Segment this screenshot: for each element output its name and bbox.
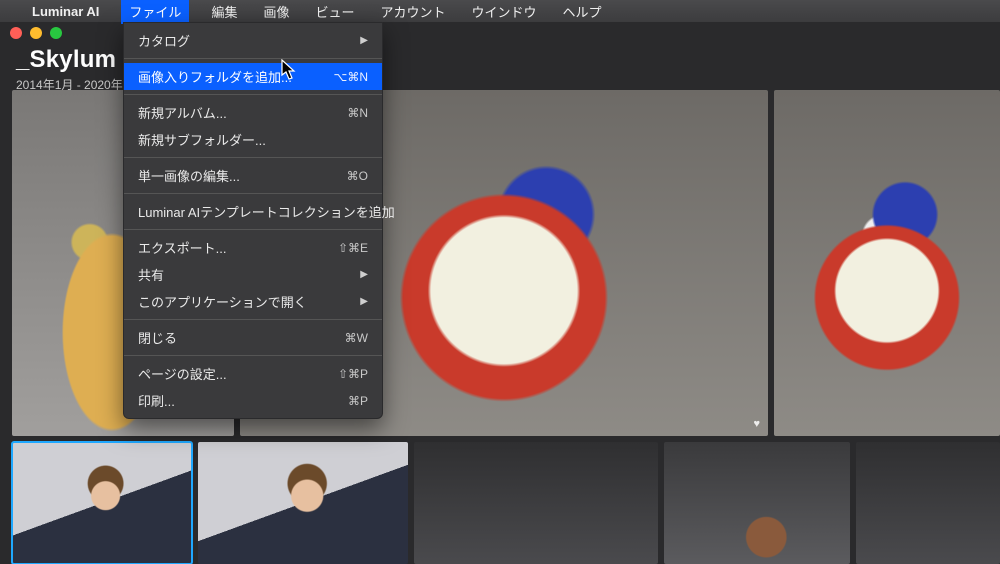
- menu-item[interactable]: 画像入りフォルダを追加... ⌥⌘N: [124, 63, 382, 90]
- menu-item[interactable]: エクスポート... ⇧⌘E: [124, 234, 382, 261]
- favorite-heart-icon[interactable]: ♥: [753, 418, 760, 430]
- menu-item[interactable]: 単一画像の編集... ⌘O: [124, 162, 382, 189]
- macos-menubar: Luminar AI ファイル 編集 画像 ビュー アカウント ウインドウ ヘル…: [0, 0, 1000, 22]
- menu-item-shortcut: ⌥⌘N: [334, 70, 369, 84]
- menu-separator: [124, 157, 382, 158]
- menubar-item-window[interactable]: ウインドウ: [468, 0, 541, 23]
- menubar-app-name[interactable]: Luminar AI: [28, 2, 103, 21]
- menu-item-label: 新規サブフォルダー...: [138, 130, 266, 149]
- photo-thumbnail[interactable]: [856, 442, 1000, 564]
- photo-thumbnail[interactable]: [12, 442, 192, 564]
- chevron-right-icon: ▶: [360, 269, 368, 280]
- menu-item-shortcut: ⌘N: [347, 106, 368, 120]
- menu-item[interactable]: 印刷... ⌘P: [124, 387, 382, 414]
- photo-thumbnail[interactable]: [414, 442, 658, 564]
- menu-item-label: エクスポート...: [138, 238, 226, 257]
- menubar-item-help[interactable]: ヘルプ: [559, 0, 606, 23]
- chevron-right-icon: ▶: [360, 35, 368, 46]
- menu-item[interactable]: カタログ ▶: [124, 27, 382, 54]
- menubar-item-image[interactable]: 画像: [259, 0, 293, 23]
- menu-item-label: ページの設定...: [138, 364, 227, 383]
- menu-item[interactable]: 新規アルバム... ⌘N: [124, 99, 382, 126]
- menu-separator: [124, 193, 382, 194]
- menu-item[interactable]: このアプリケーションで開く ▶: [124, 288, 382, 315]
- menu-item-label: 閉じる: [138, 328, 177, 347]
- menu-item-label: 新規アルバム...: [138, 103, 227, 122]
- menu-item[interactable]: 閉じる ⌘W: [124, 324, 382, 351]
- menu-separator: [124, 58, 382, 59]
- photo-thumbnail[interactable]: [774, 90, 1000, 436]
- chevron-right-icon: ▶: [360, 296, 368, 307]
- menu-separator: [124, 355, 382, 356]
- menu-separator: [124, 94, 382, 95]
- window-minimize-button[interactable]: [30, 27, 42, 39]
- menu-item-label: 単一画像の編集...: [138, 166, 240, 185]
- window-close-button[interactable]: [10, 27, 22, 39]
- menu-item-shortcut: ⌘O: [347, 169, 368, 183]
- menu-item-shortcut: ⇧⌘P: [338, 367, 368, 381]
- menu-item-label: 共有: [138, 265, 164, 284]
- menu-item[interactable]: Luminar AIテンプレートコレクションを追加: [124, 198, 382, 225]
- photo-thumbnail[interactable]: [198, 442, 408, 564]
- menu-item-shortcut: ⌘W: [345, 331, 368, 345]
- photo-thumbnail[interactable]: [664, 442, 850, 564]
- menu-separator: [124, 319, 382, 320]
- menu-item[interactable]: ページの設定... ⇧⌘P: [124, 360, 382, 387]
- menu-item-shortcut: ⌘P: [348, 394, 368, 408]
- file-menu-dropdown: カタログ ▶ 画像入りフォルダを追加... ⌥⌘N 新規アルバム... ⌘N 新規サブフォル…: [123, 22, 383, 419]
- menubar-item-account[interactable]: アカウント: [376, 0, 449, 23]
- menu-item-shortcut: ⇧⌘E: [338, 241, 368, 255]
- menu-item-label: Luminar AIテンプレートコレクションを追加: [138, 202, 395, 221]
- menu-item-label: 画像入りフォルダを追加...: [138, 67, 292, 86]
- menu-item[interactable]: 新規サブフォルダー...: [124, 126, 382, 153]
- menubar-item-edit[interactable]: 編集: [207, 0, 241, 23]
- menubar-item-view[interactable]: ビュー: [311, 0, 358, 23]
- menu-separator: [124, 229, 382, 230]
- window-maximize-button[interactable]: [50, 27, 62, 39]
- menu-item-label: カタログ: [138, 31, 190, 50]
- menu-item[interactable]: 共有 ▶: [124, 261, 382, 288]
- menubar-item-file[interactable]: ファイル: [121, 0, 189, 24]
- menu-item-label: 印刷...: [138, 391, 175, 410]
- menu-item-label: このアプリケーションで開く: [138, 292, 307, 311]
